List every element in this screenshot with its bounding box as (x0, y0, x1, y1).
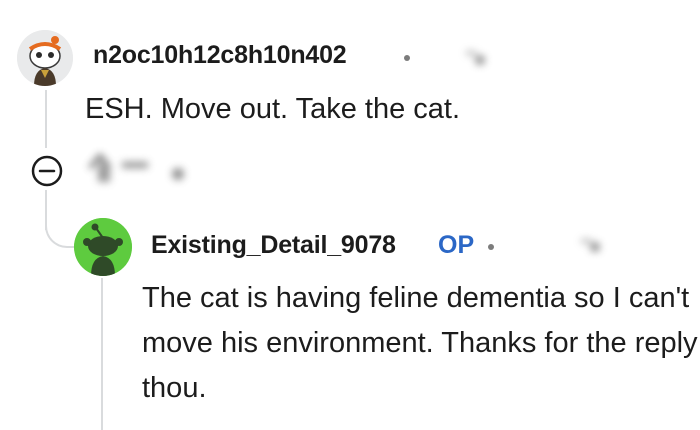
thread-line (45, 90, 47, 148)
separator-dot (404, 55, 410, 61)
separator-dot (488, 244, 494, 250)
user-avatar[interactable] (17, 30, 73, 86)
user-avatar[interactable] (74, 218, 132, 276)
comment-username[interactable]: n2oc10h12c8h10n402 (93, 41, 347, 70)
snoo-avatar-icon (17, 30, 73, 86)
minus-circle-icon (31, 155, 63, 187)
op-badge: OP (438, 231, 475, 259)
comment-body: ESH. Move out. Take the cat. (85, 93, 461, 125)
comment-thread: n2oc10h12c8h10n402 ESH. Move out. Take t… (0, 0, 700, 430)
redacted-timestamp (575, 233, 609, 264)
snoo-avatar-icon (74, 218, 132, 276)
comment-username[interactable]: Existing_Detail_9078 (151, 231, 396, 260)
redacted-timestamp (458, 45, 492, 76)
thread-line (101, 278, 103, 430)
arrow-up-icon (88, 152, 184, 182)
collapse-button[interactable] (30, 154, 64, 188)
redacted-vote-controls[interactable] (82, 148, 192, 193)
comment-body: The cat is having feline dementia so I c… (142, 282, 698, 404)
